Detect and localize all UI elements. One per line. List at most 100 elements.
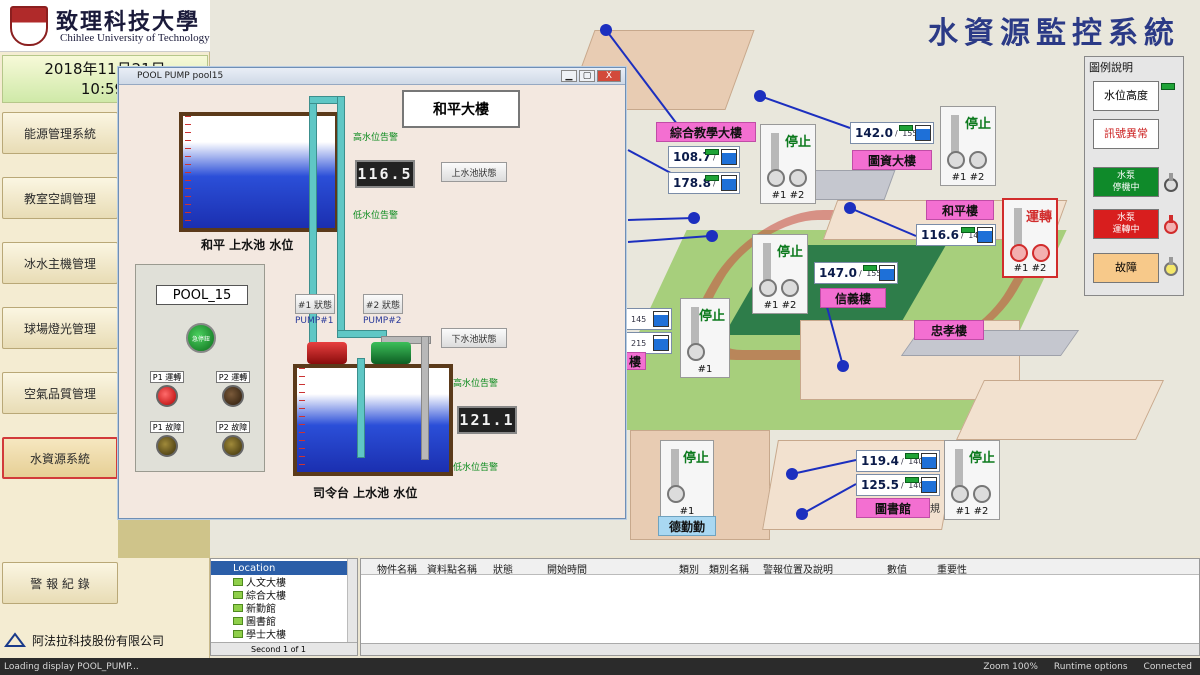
- map-node: [600, 24, 612, 36]
- level-gauge-icon: [879, 265, 895, 281]
- building-label-general-teaching[interactable]: 綜合教學大樓: [656, 122, 756, 142]
- lamp-label: P1 運轉: [150, 371, 184, 383]
- pump1-icon: [687, 343, 705, 361]
- pump-status-text: 停止: [964, 117, 991, 132]
- col-alarm-location[interactable]: 警報位置及說明: [763, 561, 833, 576]
- level-indicator: [905, 453, 919, 459]
- level-reading-partial[interactable]: 215: [624, 332, 672, 354]
- tree-item[interactable]: 綜合大樓: [211, 588, 357, 602]
- pump2-icon: [781, 279, 799, 297]
- upper-level-readout: 116.5: [355, 160, 415, 188]
- emergency-button[interactable]: 急停鈕: [186, 323, 216, 353]
- lamp-label: P2 運轉: [216, 371, 250, 383]
- level-reading[interactable]: 178.8/ 190: [668, 172, 740, 194]
- tree-scrollbar[interactable]: [347, 559, 357, 655]
- location-tree[interactable]: Location 人文大樓 綜合大樓 新勤館 圖書館 學士大樓 Second 1…: [210, 558, 358, 656]
- school-name-en: Chihlee University of Technology: [60, 32, 210, 44]
- building-label-xinyi[interactable]: 信義樓: [820, 288, 886, 308]
- col-status[interactable]: 狀態: [493, 561, 513, 576]
- tree-item[interactable]: 新勤館: [211, 601, 357, 615]
- panel-name: POOL_15: [156, 285, 248, 305]
- level-gauge-icon: [653, 335, 669, 351]
- pump2-status-button[interactable]: #2 狀態: [363, 294, 403, 314]
- pump-status-panel[interactable]: 停止 #1 #2: [760, 124, 816, 204]
- alarm-table[interactable]: 物件名稱 資料點名稱 狀態 開始時間 類別 類別名稱 警報位置及說明 數值 重要…: [360, 558, 1200, 656]
- p2-fault-lamp-icon: [222, 435, 244, 457]
- level-gauge-icon: [921, 453, 937, 469]
- pump2-icon: [973, 485, 991, 503]
- upper-tank-label: 和平 上水池 水位: [201, 238, 294, 252]
- pump-status-text: 運轉: [1025, 210, 1052, 225]
- pump1-icon: [947, 151, 965, 169]
- legend-pump-stopped: 水泵 停機中: [1093, 167, 1159, 197]
- nav-chiller[interactable]: 冰水主機管理: [2, 242, 118, 284]
- pump-numbers: #1 #2: [763, 300, 797, 311]
- nav-air-quality[interactable]: 空氣品質管理: [2, 372, 118, 414]
- building-label-library[interactable]: 圖書館: [856, 498, 930, 518]
- nav-water-resources[interactable]: 水資源系統: [2, 437, 118, 479]
- pump2-motor-icon[interactable]: [371, 342, 411, 364]
- tree-root[interactable]: Location: [211, 561, 347, 575]
- close-button[interactable]: X: [597, 70, 621, 82]
- pump1-motor-icon[interactable]: [307, 342, 347, 364]
- building-label-partial[interactable]: 樓: [624, 352, 646, 370]
- pump-status-panel-running[interactable]: 運轉 #1 #2: [1002, 198, 1058, 278]
- level-reading[interactable]: 116.6/ 145: [916, 224, 996, 246]
- folder-icon: [233, 629, 243, 638]
- nav-energy[interactable]: 能源管理系統: [2, 112, 118, 154]
- level-gauge-icon: [721, 175, 737, 191]
- pump-status-panel[interactable]: 停止 #1: [660, 440, 714, 520]
- col-point-name[interactable]: 資料點名稱: [427, 561, 477, 576]
- lamp-label: P1 故障: [150, 421, 184, 433]
- pump-status-panel[interactable]: 停止 #1 #2: [944, 440, 1000, 520]
- window-titlebar[interactable]: POOL PUMP pool15 ▁ ▢ X: [119, 68, 625, 85]
- tree-item[interactable]: 學士大樓: [211, 627, 357, 641]
- alarm-table-header: 物件名稱 資料點名稱 狀態 開始時間 類別 類別名稱 警報位置及說明 數值 重要…: [361, 559, 1199, 576]
- level-reading[interactable]: 142.0/ 155: [850, 122, 934, 144]
- pump-status-panel[interactable]: 停止 #1 #2: [940, 106, 996, 186]
- level-reading[interactable]: 125.5/ 140: [856, 474, 940, 496]
- pump-numbers: #1 #2: [1013, 263, 1047, 274]
- legend-water-level-swatch: [1161, 83, 1175, 90]
- zoom-level[interactable]: Zoom 100%: [983, 662, 1038, 672]
- nav-classroom-ac[interactable]: 教室空調管理: [2, 177, 118, 219]
- building-label-library-info[interactable]: 圖資大樓: [852, 150, 932, 170]
- map-node: [688, 212, 700, 224]
- building-label-zhongxiao[interactable]: 忠孝樓: [914, 320, 984, 340]
- level-reading[interactable]: 119.4/ 140: [856, 450, 940, 472]
- tree-tabs[interactable]: Second 1 of 1: [211, 642, 357, 655]
- level-reading-partial[interactable]: 145: [624, 308, 672, 330]
- reading-value: 125.5: [861, 478, 899, 492]
- building-name-box: 和平大樓: [402, 90, 520, 128]
- alarm-table-scrollbar[interactable]: [361, 643, 1199, 655]
- pump-status-panel[interactable]: 停止 #1 #2: [752, 234, 808, 314]
- pump-status-text: 停止: [968, 451, 995, 466]
- folder-icon: [233, 616, 243, 625]
- building-label-heping[interactable]: 和平樓: [926, 200, 994, 220]
- pump1-status-button[interactable]: #1 狀態: [295, 294, 335, 314]
- col-start-time[interactable]: 開始時間: [547, 561, 587, 576]
- map-node: [706, 230, 718, 242]
- suction-pipe: [357, 358, 365, 458]
- level-reading[interactable]: 147.0/ 155: [814, 262, 898, 284]
- maximize-button[interactable]: ▢: [579, 70, 595, 82]
- col-category[interactable]: 類別: [679, 561, 699, 576]
- col-object-name[interactable]: 物件名稱: [377, 561, 417, 576]
- level-gauge-icon: [653, 311, 669, 327]
- level-reading[interactable]: 108.7/ 165: [668, 146, 740, 168]
- col-priority[interactable]: 重要性: [937, 561, 967, 576]
- runtime-options[interactable]: Runtime options: [1054, 662, 1128, 672]
- nav-court-lights[interactable]: 球場燈光管理: [2, 307, 118, 349]
- col-category-name[interactable]: 類別名稱: [709, 561, 749, 576]
- pool-pump-window[interactable]: POOL PUMP pool15 ▁ ▢ X 和平大樓 和平 上水池 水位 司令…: [118, 67, 626, 519]
- upper-tank-status-button[interactable]: 上水池狀態: [441, 162, 507, 182]
- pump1-name: PUMP#1: [295, 316, 334, 326]
- col-value[interactable]: 數值: [887, 561, 907, 576]
- nav-alarm-log[interactable]: 警 報 紀 錄: [2, 562, 118, 604]
- building-label-deqin[interactable]: 德勤勤: [658, 516, 716, 536]
- level-gauge-icon: [921, 477, 937, 493]
- level-indicator: [899, 125, 913, 131]
- lower-tank-status-button[interactable]: 下水池狀態: [441, 328, 507, 348]
- pump-status-panel[interactable]: 停止 #1: [680, 298, 730, 378]
- minimize-button[interactable]: ▁: [561, 70, 577, 82]
